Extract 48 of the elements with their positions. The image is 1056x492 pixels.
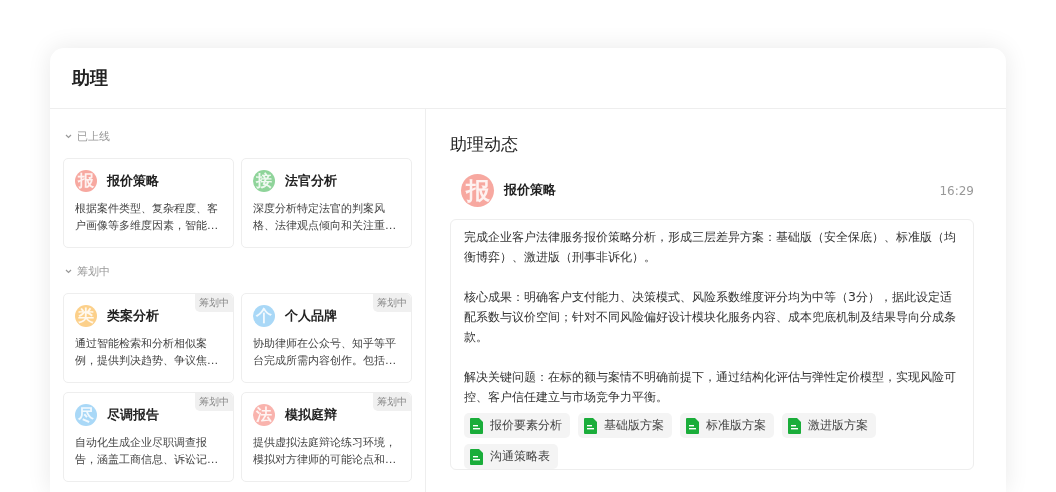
assistant-card[interactable]: 报 报价策略 根据案件类型、复杂程度、客户画像等多维度因素，智能… [63,158,234,248]
message-paragraph: 解决关键问题：在标的额与案情不明确前提下，通过结构化评估与弹性定价模型，实现风险可控、客户信任建立与市场竞争力平衡。 [464,368,957,406]
attachment-chip[interactable]: 报价要素分析 [464,413,570,438]
assistant-description: 自动化生成企业尽职调查报告，涵盖工商信息、诉讼记… [75,435,220,468]
avatar-icon: 类 [75,305,97,327]
attachment-chip[interactable]: 标准版方案 [680,413,774,438]
document-icon [686,417,699,434]
assistant-name: 个人品牌 [285,307,337,325]
attachment-chip[interactable]: 沟通策略表 [464,444,558,469]
status-badge: 筹划中 [373,294,411,312]
status-badge: 筹划中 [195,393,233,411]
assistant-description: 根据案件类型、复杂程度、客户画像等多维度因素，智能… [75,201,220,234]
status-badge: 筹划中 [373,393,411,411]
message-time: 16:29 [939,183,974,198]
message-paragraph: 完成企业客户法律服务报价策略分析，形成三层差异方案：基础版（安全保底）、标准版（均衡博弈）、激进版（刑事非诉化）。 [464,228,957,266]
avatar-icon: 法 [253,404,275,426]
document-icon [470,417,483,434]
document-icon [788,417,801,434]
assistant-name: 法官分析 [285,172,337,190]
assistant-card[interactable]: 筹划中 法 模拟庭辩 提供虚拟法庭辩论练习环境，模拟对方律师的可能论点和… [241,392,412,482]
feed-title: 助理动态 [450,133,519,156]
status-badge: 筹划中 [195,294,233,312]
avatar-icon: 报 [461,174,494,207]
assistant-card[interactable]: 接 法官分析 深度分析特定法官的判案风格、法律观点倾向和关注重… [241,158,412,248]
attachment-chip[interactable]: 激进版方案 [782,413,876,438]
assistant-description: 深度分析特定法官的判案风格、法律观点倾向和关注重… [253,201,398,234]
chevron-icon [65,134,72,139]
assistant-card[interactable]: 筹划中 类 类案分析 通过智能检索和分析相似案例，提供判决趋势、争议焦… [63,293,234,383]
assistant-card[interactable]: 筹划中 尽 尽调报告 自动化生成企业尽职调查报告，涵盖工商信息、诉讼记… [63,392,234,482]
document-icon [584,417,597,434]
assistant-name: 报价策略 [107,172,159,190]
assistant-description: 协助律师在公众号、知乎等平台完成所需内容创作。包括… [253,336,398,369]
message-paragraph: 核心成果：明确客户支付能力、决策模式、风险系数维度评分均为中等（3分），据此设定适配系数与议价空间；针对不同风险偏好设计模块化服务内容、成本兜底机制及结果导向分成条款。 [464,288,957,346]
document-icon [470,448,483,465]
panel-title: 助理 [72,66,108,90]
attachment-chip[interactable]: 基础版方案 [578,413,672,438]
assistant-card[interactable]: 筹划中 个 个人品牌 协助律师在公众号、知乎等平台完成所需内容创作。包括… [241,293,412,383]
avatar-icon: 个 [253,305,275,327]
chevron-icon [65,269,72,274]
assistant-name: 类案分析 [107,307,159,325]
assistant-name: 模拟庭辩 [285,406,337,424]
sender-name: 报价策略 [504,182,556,199]
assistant-description: 通过智能检索和分析相似案例，提供判决趋势、争议焦… [75,336,220,369]
assistant-name: 尽调报告 [107,406,159,424]
assistant-description: 提供虚拟法庭辩论练习环境，模拟对方律师的可能论点和… [253,435,398,468]
avatar-icon: 报 [75,170,97,192]
avatar-icon: 接 [253,170,275,192]
avatar-icon: 尽 [75,404,97,426]
